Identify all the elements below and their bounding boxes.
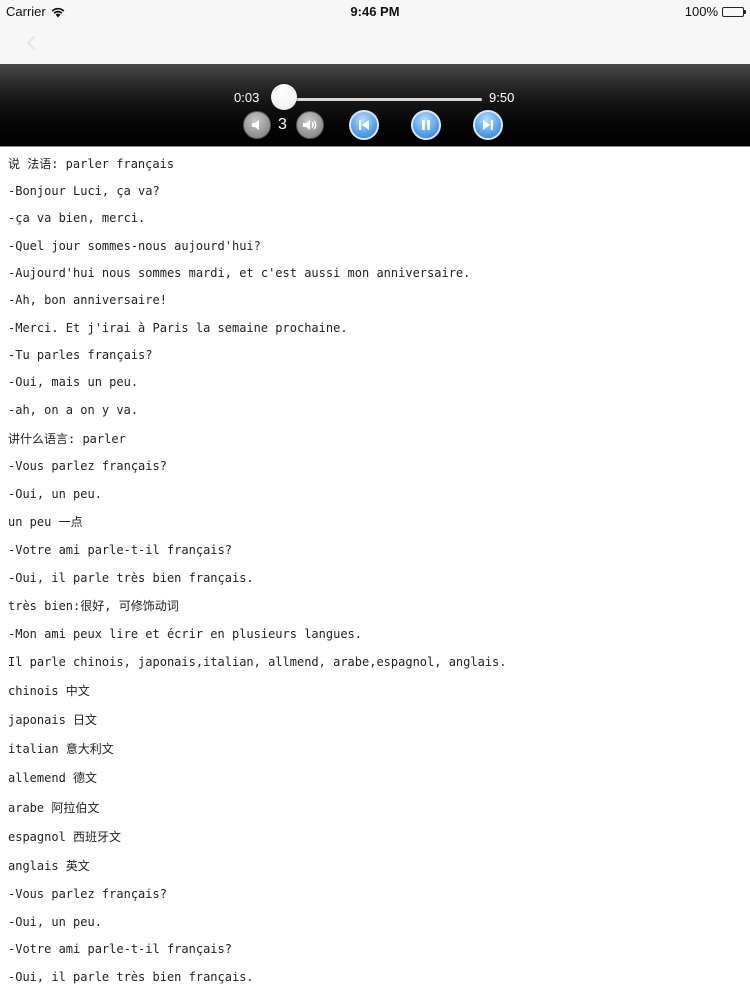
transcript-line: -Oui, mais un peu. xyxy=(8,375,139,389)
current-time: 0:03 xyxy=(234,90,260,105)
volume-down-icon xyxy=(252,120,259,130)
transcript-line: -Oui, un peu. xyxy=(8,915,102,929)
skip-previous-icon xyxy=(359,120,369,130)
volume-level: 3 xyxy=(278,116,287,133)
transcript-line: 讲什么语言: parler xyxy=(8,432,126,446)
transcript-line: -Merci. Et j'irai à Paris la semaine pro… xyxy=(8,321,348,335)
transcript-line: très bien:很好, 可修饰动词 xyxy=(8,599,179,613)
pause-icon xyxy=(422,120,430,130)
pause-button[interactable] xyxy=(411,110,441,140)
volume-up-button[interactable] xyxy=(296,111,324,139)
battery-percent: 100% xyxy=(684,4,718,19)
transcript-line: -Oui, il parle très bien français. xyxy=(8,970,254,984)
transcript-line: -Quel jour sommes-nous aujourd'hui? xyxy=(8,239,261,253)
transcript-line: anglais 英文 xyxy=(8,859,90,873)
transcript-line: Il parle chinois, japonais,italian, allm… xyxy=(8,655,507,669)
transcript-line: chinois 中文 xyxy=(8,684,90,698)
transcript-line: -Oui, il parle très bien français. xyxy=(8,571,254,585)
transcript-line: -Votre ami parle-t-il français? xyxy=(8,942,232,956)
audio-player: 0:03 9:50 3 xyxy=(0,64,750,147)
transcript-line: -Votre ami parle-t-il français? xyxy=(8,543,232,557)
status-battery: 100% xyxy=(684,4,746,19)
status-bar: Carrier 9:46 PM 100% xyxy=(0,0,750,22)
nav-bar xyxy=(0,22,750,64)
transcript-line: allemend 德文 xyxy=(8,771,98,785)
volume-up-icon xyxy=(303,120,317,130)
transcript-line: espagnol 西班牙文 xyxy=(8,830,122,844)
transcript-line: -ah, on a on y va. xyxy=(8,403,139,417)
transcript-line: japonais 日文 xyxy=(8,713,98,727)
transcript-line: -Vous parlez français? xyxy=(8,459,167,473)
transcript-line: -Bonjour Luci, ça va? xyxy=(8,184,160,198)
battery-icon xyxy=(722,6,746,17)
back-button[interactable] xyxy=(20,31,44,55)
next-button[interactable] xyxy=(473,110,503,140)
transcript-line: 说 法语: parler français xyxy=(8,157,175,171)
volume-down-button[interactable] xyxy=(243,111,271,139)
transcript-line: -Tu parles français? xyxy=(8,348,153,362)
transcript-line: -Oui, un peu. xyxy=(8,487,102,501)
transcript-line: -Ah, bon anniversaire! xyxy=(8,293,167,307)
chevron-left-icon xyxy=(27,36,35,50)
transcript-line: italian 意大利文 xyxy=(8,742,114,756)
transcript-line: -Vous parlez français? xyxy=(8,887,167,901)
transcript-line: arabe 阿拉伯文 xyxy=(8,801,100,815)
progress-slider[interactable] xyxy=(283,98,482,101)
previous-button[interactable] xyxy=(349,110,379,140)
total-time: 9:50 xyxy=(489,90,515,105)
progress-thumb[interactable] xyxy=(270,84,297,110)
transcript-line: -ça va bien, merci. xyxy=(8,211,146,225)
transcript-line: -Mon ami peux lire et écrir en plusieurs… xyxy=(8,627,363,641)
skip-next-icon xyxy=(483,120,493,130)
transcript-text: 说 法语: parler français -Bonjour Luci, ça … xyxy=(0,148,750,1000)
status-time: 9:46 PM xyxy=(350,4,400,19)
transcript-line: -Aujourd'hui nous sommes mardi, et c'est… xyxy=(8,266,471,280)
transcript-line: un peu 一点 xyxy=(8,515,83,529)
